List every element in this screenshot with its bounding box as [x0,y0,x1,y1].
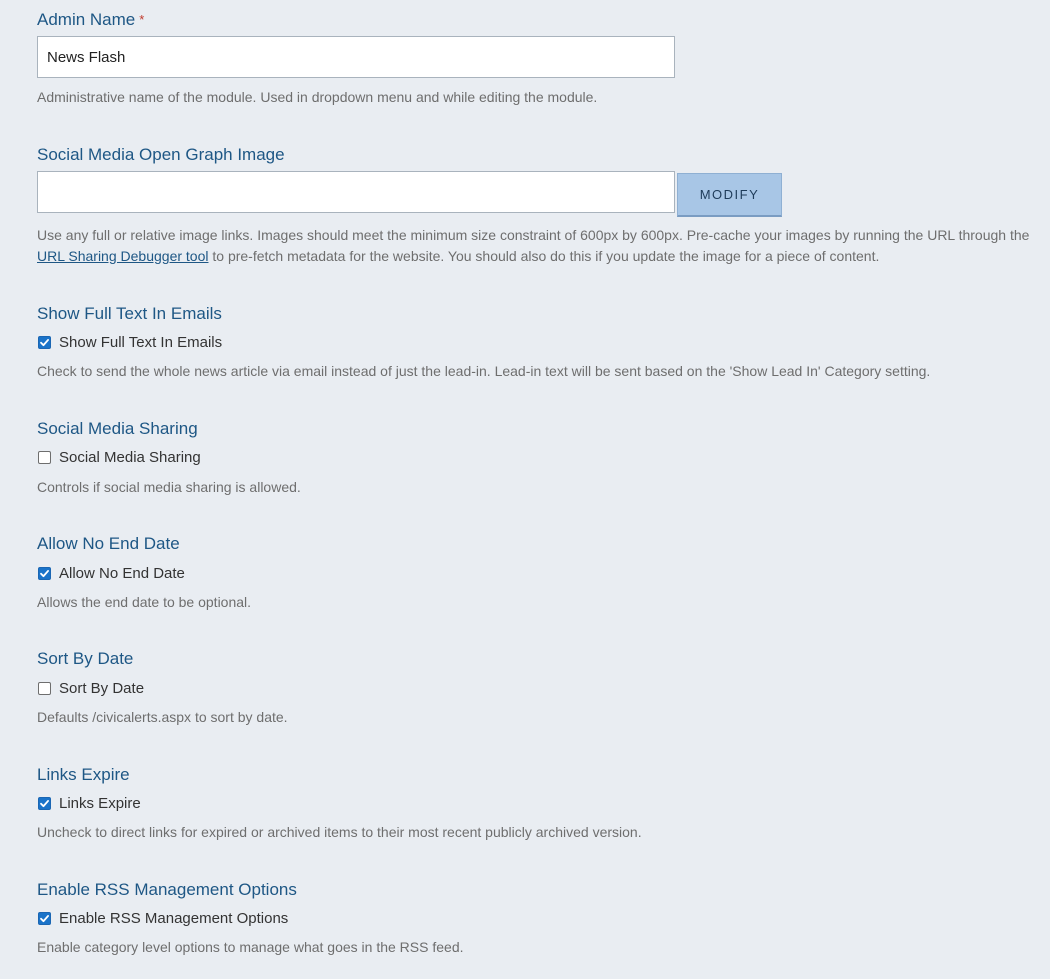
checkbox-unchecked-icon[interactable] [38,450,51,464]
checkbox-checked-icon[interactable] [38,911,51,925]
admin-name-label: Admin Name * [37,10,145,29]
url-sharing-debugger-link[interactable]: URL Sharing Debugger tool [37,248,208,264]
setting-help: Allows the end date to be optional. [37,594,252,610]
checkbox-label: Links Expire [59,794,141,812]
checkbox-label: Sort By Date [59,679,145,697]
checkbox-label: Social Media Sharing [59,448,201,466]
admin-name-help: Administrative name of the module. Used … [37,89,598,105]
setting-title: Social Media Sharing [37,419,198,438]
setting-title: Links Expire [37,765,130,784]
setting-help: Check to send the whole news article via… [37,363,931,379]
setting-checkbox-row[interactable]: Show Full Text In Emails [37,332,222,352]
admin-name-input[interactable]: News Flash [37,36,675,78]
setting-help: Uncheck to direct links for expired or a… [37,824,642,840]
setting-title: Show Full Text In Emails [37,304,222,323]
setting-checkbox-row[interactable]: Enable RSS Management Options [37,908,288,928]
og-image-input[interactable] [37,171,675,213]
checkbox-checked-icon[interactable] [38,566,51,580]
setting-help: Enable category level options to manage … [37,939,464,955]
checkbox-checked-icon[interactable] [38,796,51,810]
checkbox-unchecked-icon[interactable] [38,681,51,695]
modify-button[interactable]: MODIFY [677,173,782,217]
setting-help: Defaults /civicalerts.aspx to sort by da… [37,709,288,725]
setting-title: Allow No End Date [37,534,180,553]
setting-checkbox-row[interactable]: Sort By Date [37,678,144,698]
og-image-help: Use any full or relative image links. Im… [37,227,1030,264]
og-image-label: Social Media Open Graph Image [37,145,285,164]
setting-help: Controls if social media sharing is allo… [37,479,301,495]
checkbox-checked-icon[interactable] [38,335,51,349]
setting-title: Enable RSS Management Options [37,880,297,899]
setting-checkbox-row[interactable]: Allow No End Date [37,563,185,583]
setting-checkbox-row[interactable]: Social Media Sharing [37,447,201,467]
checkbox-label: Allow No End Date [59,564,185,582]
setting-checkbox-row[interactable]: Links Expire [37,793,141,813]
module-settings-form: Admin Name * News Flash Administrative na… [0,0,1050,979]
setting-title: Sort By Date [37,649,134,668]
checkbox-label: Enable RSS Management Options [59,909,289,927]
required-marker: * [139,12,145,27]
checkbox-label: Show Full Text In Emails [59,333,223,351]
